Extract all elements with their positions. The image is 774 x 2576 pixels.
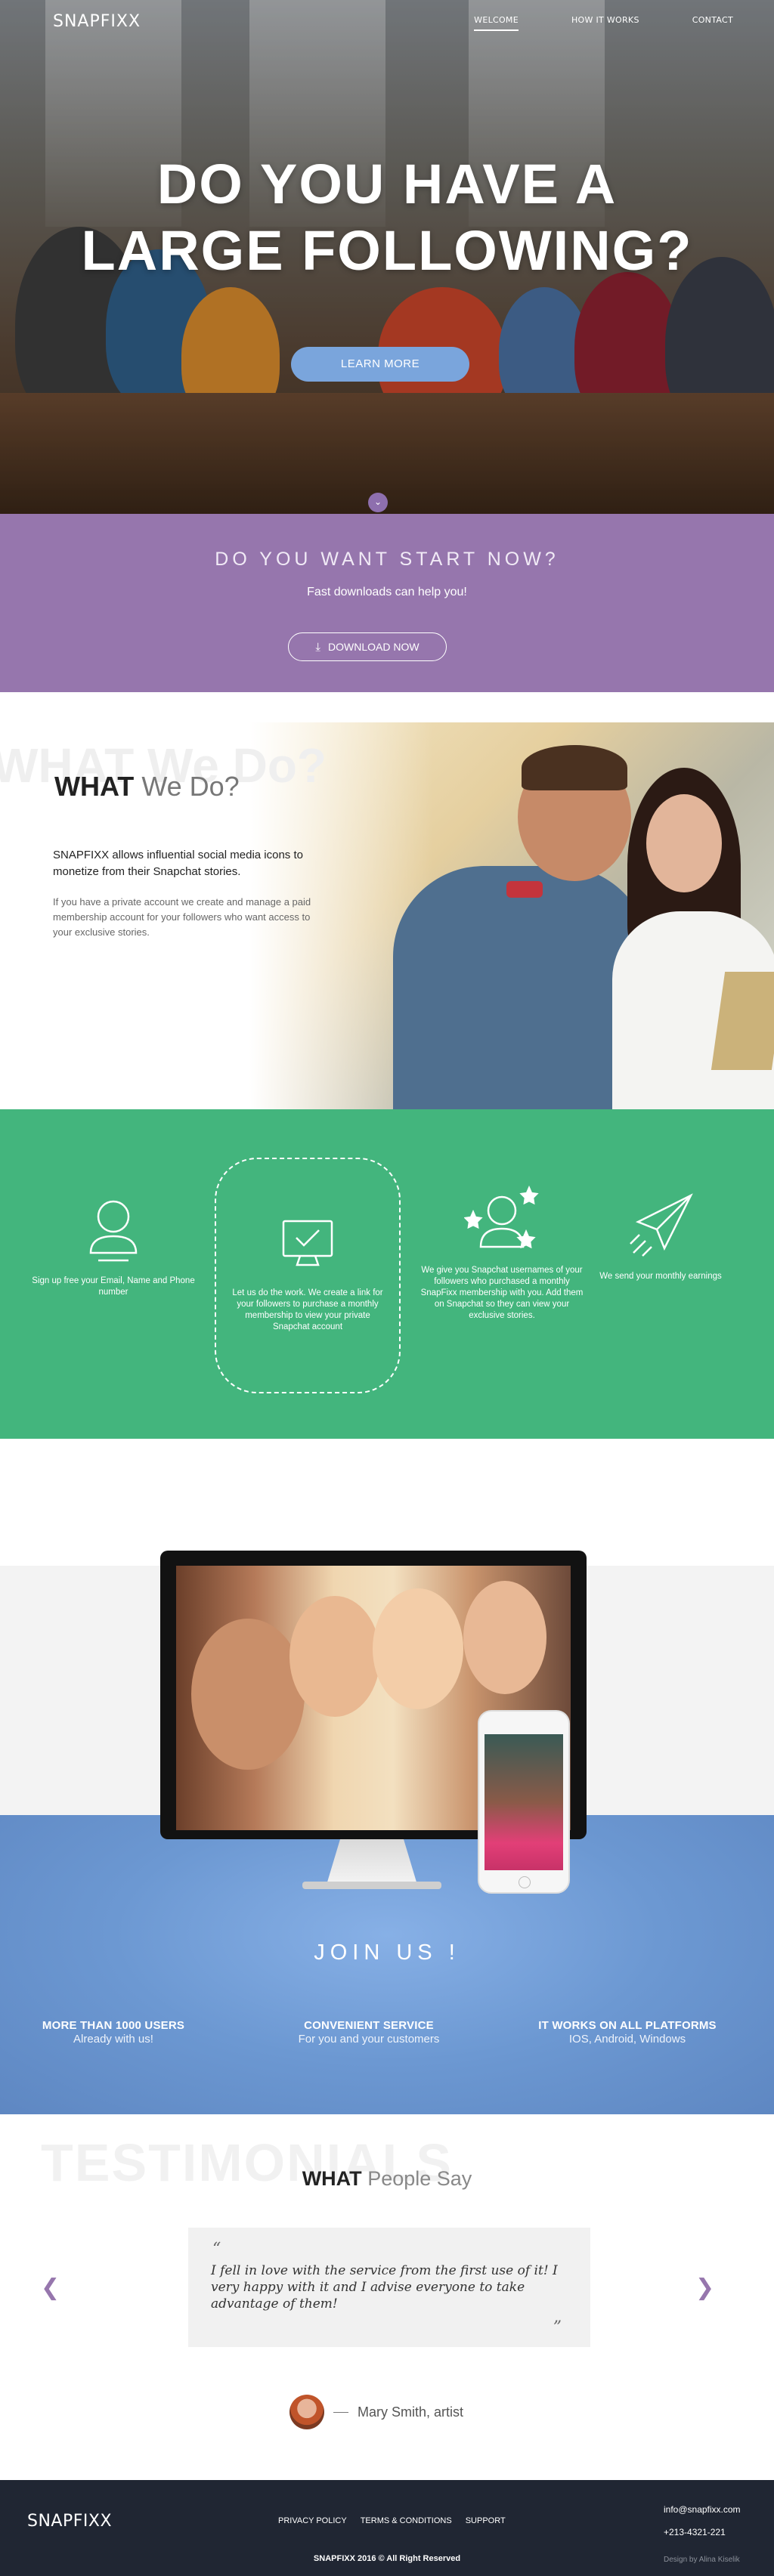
learn-more-button[interactable]: LEARN MORE — [291, 347, 469, 382]
what-photo — [249, 722, 774, 1109]
nav-contact[interactable]: CONTACT — [692, 15, 733, 31]
hero-title-line: LARGE FOLLOWING? — [81, 219, 693, 282]
quote-open-icon: “ — [212, 2240, 221, 2259]
chevron-left-icon[interactable]: ❮ — [41, 2274, 60, 2301]
step-we-work: Let us do the work. We create a link for… — [215, 1158, 401, 1393]
feature-sub: For you and your customers — [298, 2033, 440, 2046]
photo-face — [463, 1581, 546, 1694]
chevron-right-icon[interactable]: ❯ — [695, 2274, 714, 2301]
testimonials-title: WHAT People Say — [0, 2167, 774, 2191]
footer-copyright: SNAPFIXX 2016 © All Right Reserved — [313, 2554, 461, 2563]
download-icon: ⤓ — [315, 641, 321, 654]
step-text: Let us do the work. We create a link for… — [232, 1288, 383, 1331]
how-it-works-section: Sign up free your Email, Name and Phone … — [0, 1109, 774, 1439]
nav-how-it-works[interactable]: HOW IT WORKS — [571, 15, 639, 31]
author-dash — [333, 2411, 348, 2413]
download-now-button[interactable]: ⤓ DOWNLOAD NOW — [288, 632, 447, 661]
main-nav: WELCOME HOW IT WORKS CONTACT — [474, 15, 733, 31]
start-now-section: DO YOU WANT START NOW? Fast downloads ca… — [0, 514, 774, 692]
testimonials-title-light: People Say — [367, 2167, 472, 2190]
photo-bow-tie — [506, 881, 543, 898]
hero-section: SNAPFIXX WELCOME HOW IT WORKS CONTACT DO… — [0, 0, 774, 514]
photo-face — [289, 1596, 380, 1717]
hero-title: DO YOU HAVE A LARGE FOLLOWING? — [0, 151, 774, 284]
testimonial-author: Mary Smith, artist — [289, 2395, 463, 2429]
testimonials-section: TESTIMONIALS WHAT People Say ❮ “ I fell … — [0, 2114, 774, 2480]
quote-text: I fell in love with the service from the… — [211, 2263, 558, 2312]
step-text: We send your monthly earnings — [599, 1272, 722, 1281]
photo-face — [191, 1619, 305, 1770]
start-heading: DO YOU WANT START NOW? — [215, 549, 559, 570]
what-title-light: We Do? — [141, 771, 240, 802]
user-stars-icon — [463, 1182, 540, 1257]
avatar — [289, 2395, 324, 2429]
feature-users: MORE THAN 1000 USERS Already with us! — [0, 2019, 227, 2046]
monitor-stand — [327, 1839, 417, 1885]
step-text: We give you Snapchat usernames of your f… — [420, 1266, 584, 1320]
photo-face — [373, 1588, 463, 1709]
feature-title: IT WORKS ON ALL PLATFORMS — [538, 2019, 717, 2032]
feature-service: CONVENIENT SERVICE For you and your cust… — [255, 2019, 482, 2046]
step-signup: Sign up free your Email, Name and Phone … — [30, 1192, 197, 1298]
feature-platforms: IT WORKS ON ALL PLATFORMS IOS, Android, … — [514, 2019, 741, 2046]
author-name: Mary Smith, artist — [358, 2404, 464, 2420]
monitor-check-icon — [270, 1205, 345, 1280]
footer-phone[interactable]: +213-4321-221 — [664, 2527, 726, 2537]
feature-title: MORE THAN 1000 USERS — [42, 2019, 185, 2032]
photo-woman-face — [646, 794, 722, 892]
what-title-bold: WHAT — [54, 771, 135, 802]
step-earnings: We send your monthly earnings — [577, 1188, 744, 1282]
feature-title: CONVENIENT SERVICE — [304, 2019, 434, 2032]
testimonials-title-bold: WHAT — [302, 2167, 362, 2190]
footer-link-privacy[interactable]: PRIVACY POLICY — [278, 2516, 347, 2525]
footer-link-terms[interactable]: TERMS & CONDITIONS — [361, 2516, 452, 2525]
what-title: WHAT We Do? — [54, 771, 240, 802]
paper-plane-icon — [623, 1188, 698, 1263]
download-label: DOWNLOAD NOW — [328, 641, 420, 653]
photo-man-hair — [522, 745, 627, 790]
site-logo[interactable]: SNAPFIXX — [53, 12, 141, 31]
phone-home-button — [519, 1876, 531, 1888]
what-lead: SNAPFIXX allows influential social media… — [53, 849, 303, 878]
footer-link-support[interactable]: SUPPORT — [466, 2516, 506, 2525]
user-icon — [76, 1192, 151, 1268]
join-heading: JOIN US ! — [314, 1941, 460, 1965]
step-usernames: We give you Snapchat usernames of your f… — [419, 1182, 585, 1322]
footer: SNAPFIXX PRIVACY POLICY TERMS & CONDITIO… — [0, 2480, 774, 2576]
feature-sub: Already with us! — [73, 2033, 153, 2046]
footer-email[interactable]: info@snapfixx.com — [664, 2504, 741, 2515]
phone-mockup — [478, 1710, 570, 1894]
phone-screen-photo — [485, 1734, 563, 1870]
testimonial-quote: “ I fell in love with the service from t… — [188, 2228, 590, 2347]
monitor-stand-base — [302, 1882, 441, 1889]
photo-man — [393, 866, 650, 1109]
step-text: Sign up free your Email, Name and Phone … — [32, 1276, 195, 1297]
quote-close-icon: ” — [553, 2318, 562, 2337]
start-subheading: Fast downloads can help you! — [307, 586, 467, 598]
feature-sub: IOS, Android, Windows — [568, 2033, 686, 2046]
footer-logo[interactable]: SNAPFIXX — [27, 2512, 112, 2531]
nav-welcome[interactable]: WELCOME — [474, 15, 519, 31]
footer-credit: Design by Alina Kiselik — [664, 2556, 740, 2564]
footer-links: PRIVACY POLICY TERMS & CONDITIONS SUPPOR… — [278, 2516, 506, 2525]
hero-title-line: DO YOU HAVE A — [156, 153, 618, 215]
chevron-down-icon[interactable]: ⌄ — [368, 493, 388, 512]
what-we-do-section: WHAT We Do? WHAT We Do? SNAPFIXX allows … — [0, 692, 774, 1109]
what-body: If you have a private account we create … — [53, 896, 311, 938]
